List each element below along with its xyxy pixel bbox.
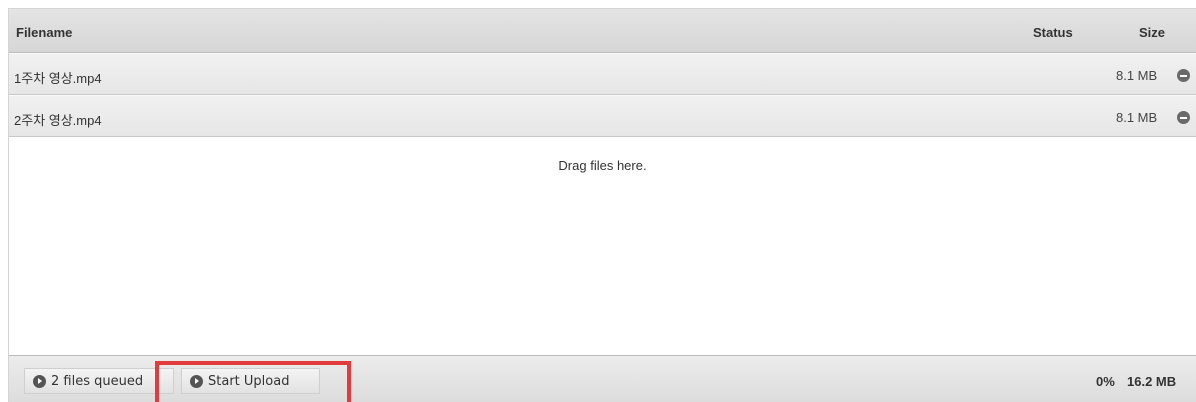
arrow-circle-icon [33,374,46,388]
upload-percent: 0% [1096,374,1115,389]
file-name: 2주차 영상.mp4 [14,113,102,128]
file-row[interactable]: 1주차 영상.mp4 8.1 MB [9,53,1196,95]
file-list-header: Filename Status Size [9,9,1196,53]
uploader: Filename Status Size 1주차 영상.mp4 8.1 MB 2… [8,8,1196,402]
queued-count-label: 2 files queued [51,373,144,389]
column-header-size[interactable]: Size [1139,25,1165,40]
column-header-status[interactable]: Status [1033,25,1073,40]
file-row[interactable]: 2주차 영상.mp4 8.1 MB [9,95,1196,137]
column-header-filename[interactable]: Filename [16,25,72,40]
file-list: 1주차 영상.mp4 8.1 MB 2주차 영상.mp4 8.1 MB [9,53,1196,137]
remove-file-icon[interactable] [1177,111,1190,124]
start-upload-button[interactable]: Start Upload [181,368,320,394]
file-name: 1주차 영상.mp4 [14,71,102,86]
arrow-circle-icon [190,374,203,388]
file-size: 8.1 MB [1116,110,1158,125]
remove-file-icon[interactable] [1177,69,1190,82]
drop-zone[interactable]: Drag files here. [9,137,1196,355]
file-size: 8.1 MB [1116,68,1158,83]
add-files-button[interactable]: 2 files queued [24,368,174,394]
uploader-footer: 2 files queued Start Upload 0% 16.2 MB [9,355,1196,402]
start-upload-label: Start Upload [208,373,290,389]
total-size: 16.2 MB [1127,374,1177,389]
drop-zone-message: Drag files here. [558,158,647,173]
